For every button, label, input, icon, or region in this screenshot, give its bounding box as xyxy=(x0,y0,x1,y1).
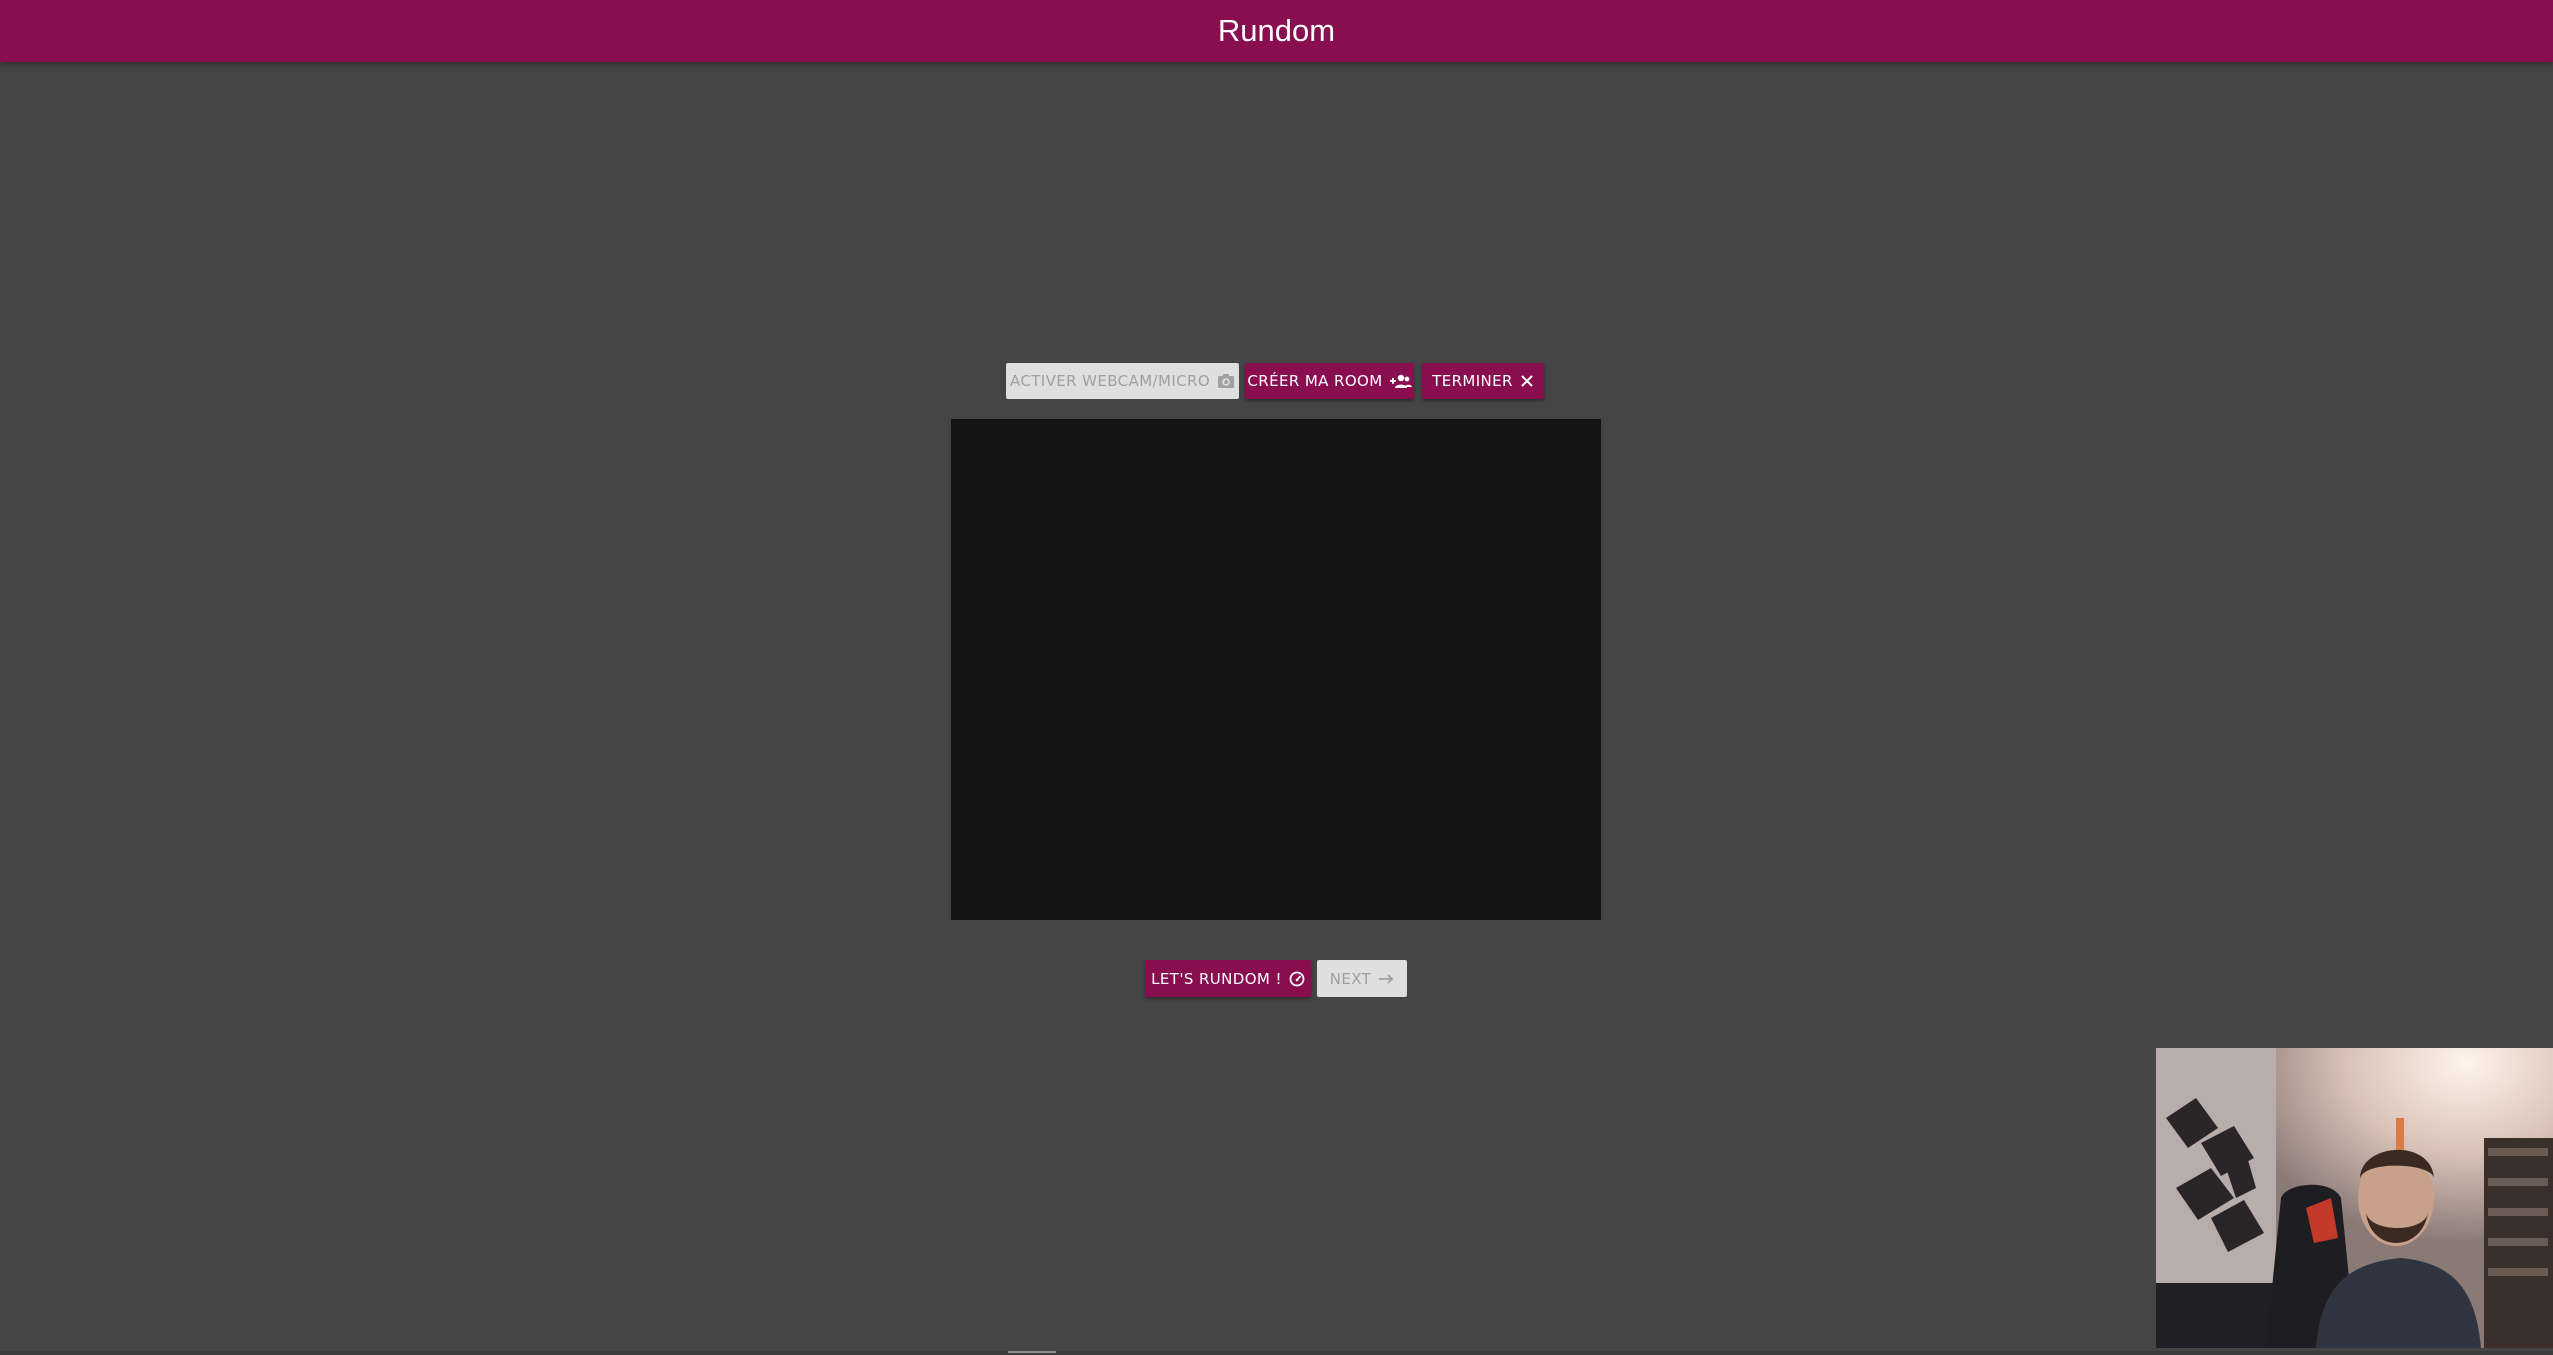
arrow-right-icon xyxy=(1378,973,1394,985)
bottom-edge xyxy=(0,1351,2553,1355)
group-add-icon xyxy=(1389,373,1412,389)
end-label: TERMINER xyxy=(1432,372,1513,390)
end-button[interactable]: TERMINER xyxy=(1422,363,1544,399)
enable-webcam-button[interactable]: ACTIVER WEBCAM/MICRO xyxy=(1006,363,1239,399)
camera-switch-icon xyxy=(1217,373,1235,389)
create-room-label: CRÉER MA ROOM xyxy=(1247,372,1383,390)
lets-rundom-label: LET'S RUNDOM ! xyxy=(1151,969,1282,988)
remote-video xyxy=(951,419,1601,920)
create-room-button[interactable]: CRÉER MA ROOM xyxy=(1245,363,1414,399)
self-video-preview xyxy=(2156,1048,2553,1348)
close-icon xyxy=(1520,374,1534,388)
lets-rundom-button[interactable]: LET'S RUNDOM ! xyxy=(1145,960,1311,997)
app-title: Rundom xyxy=(1217,13,1336,48)
enable-webcam-label: ACTIVER WEBCAM/MICRO xyxy=(1009,372,1211,390)
app-bar: Rundom xyxy=(0,0,2553,62)
next-label: NEXT xyxy=(1329,969,1372,988)
bottom-indicator xyxy=(1008,1351,1056,1353)
speedometer-icon xyxy=(1289,971,1305,987)
page: Rundom ACTIVER WEBCAM/MICRO CRÉER MA ROO… xyxy=(0,0,2553,1355)
webcam-image xyxy=(2156,1048,2553,1348)
next-button[interactable]: NEXT xyxy=(1317,960,1407,997)
